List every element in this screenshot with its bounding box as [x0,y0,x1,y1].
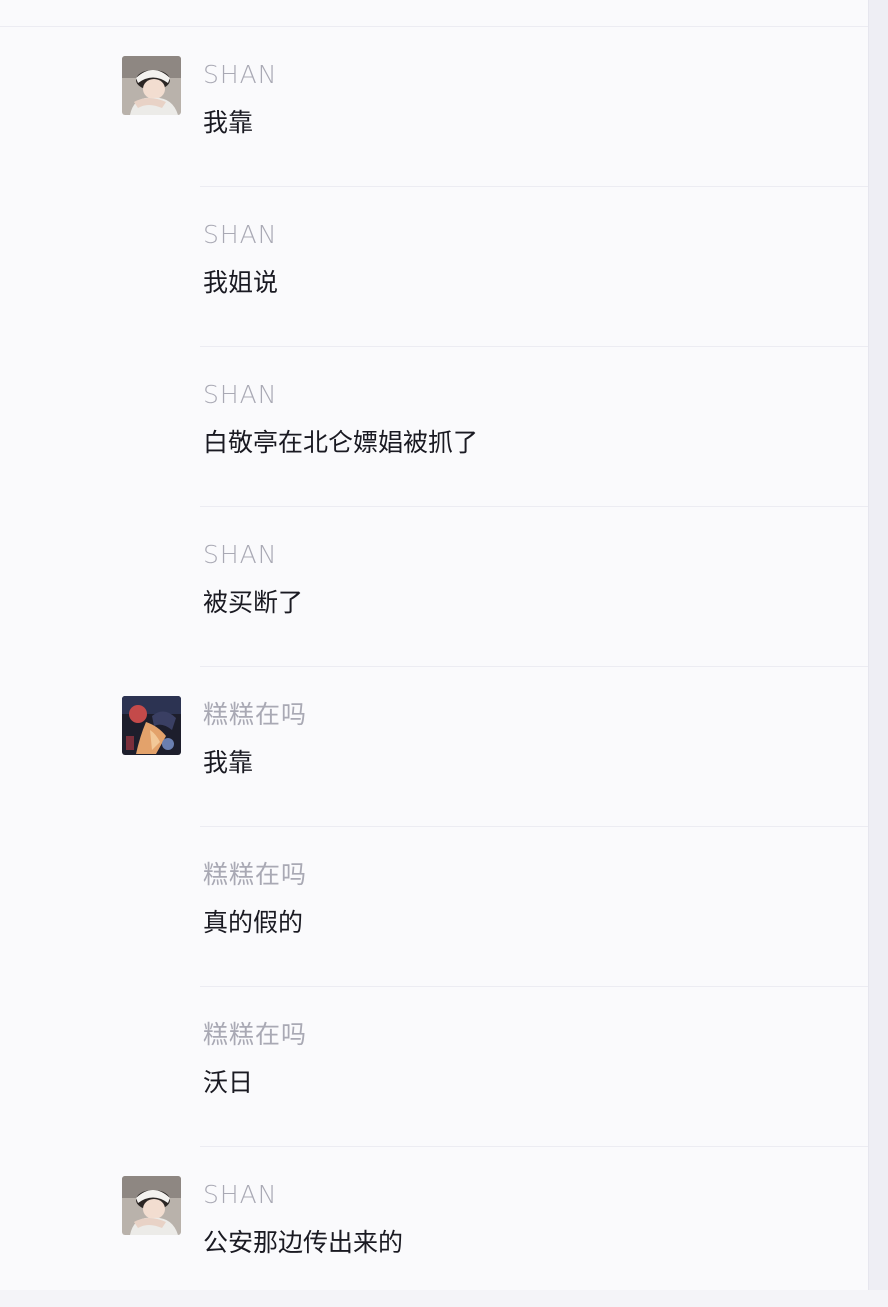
message-item[interactable]: SHAN 被买断了 [0,507,868,667]
sender-name: 糕糕在吗 [203,1020,308,1049]
message-text: 被买断了 [203,588,304,617]
message-item[interactable]: 糕糕在吗 沃日 [0,987,868,1147]
message-item[interactable]: SHAN 我靠 [0,27,868,187]
message-text: 我靠 [203,748,254,777]
scrollbar-track[interactable] [869,0,888,1290]
message-text: 真的假的 [203,908,304,937]
gaogao-avatar[interactable] [122,696,181,755]
shan-avatar-icon [122,56,181,115]
shan-avatar[interactable] [122,56,181,115]
sender-name: SHAN [203,380,278,409]
message-list: SHAN 我靠 SHAN 我姐说 SHAN 白敬亭在北仑嫖娼被抓了 SHAN 被… [0,27,868,1307]
sender-name: SHAN [203,220,278,249]
message-text: 白敬亭在北仑嫖娼被抓了 [203,428,479,457]
gaogao-avatar-icon [122,696,181,755]
message-item[interactable]: SHAN 我姐说 [0,187,868,347]
message-item[interactable]: 糕糕在吗 真的假的 [0,827,868,987]
sender-name: SHAN [203,1180,278,1209]
sender-name: 糕糕在吗 [203,700,308,729]
sender-name: SHAN [203,60,278,89]
message-text: 公安那边传出来的 [203,1228,404,1257]
sender-name: 糕糕在吗 [203,860,308,889]
sender-name: SHAN [203,540,278,569]
message-item[interactable]: SHAN 白敬亭在北仑嫖娼被抓了 [0,347,868,507]
message-item[interactable]: SHAN 公安那边传出来的 [0,1147,868,1307]
message-item[interactable]: 糕糕在吗 我靠 [0,667,868,827]
shan-avatar-icon [122,1176,181,1235]
message-text: 我靠 [203,108,254,137]
chat-panel: SHAN 我靠 SHAN 我姐说 SHAN 白敬亭在北仑嫖娼被抓了 SHAN 被… [0,0,869,1290]
message-text: 我姐说 [203,268,279,297]
message-text: 沃日 [203,1068,254,1097]
shan-avatar[interactable] [122,1176,181,1235]
